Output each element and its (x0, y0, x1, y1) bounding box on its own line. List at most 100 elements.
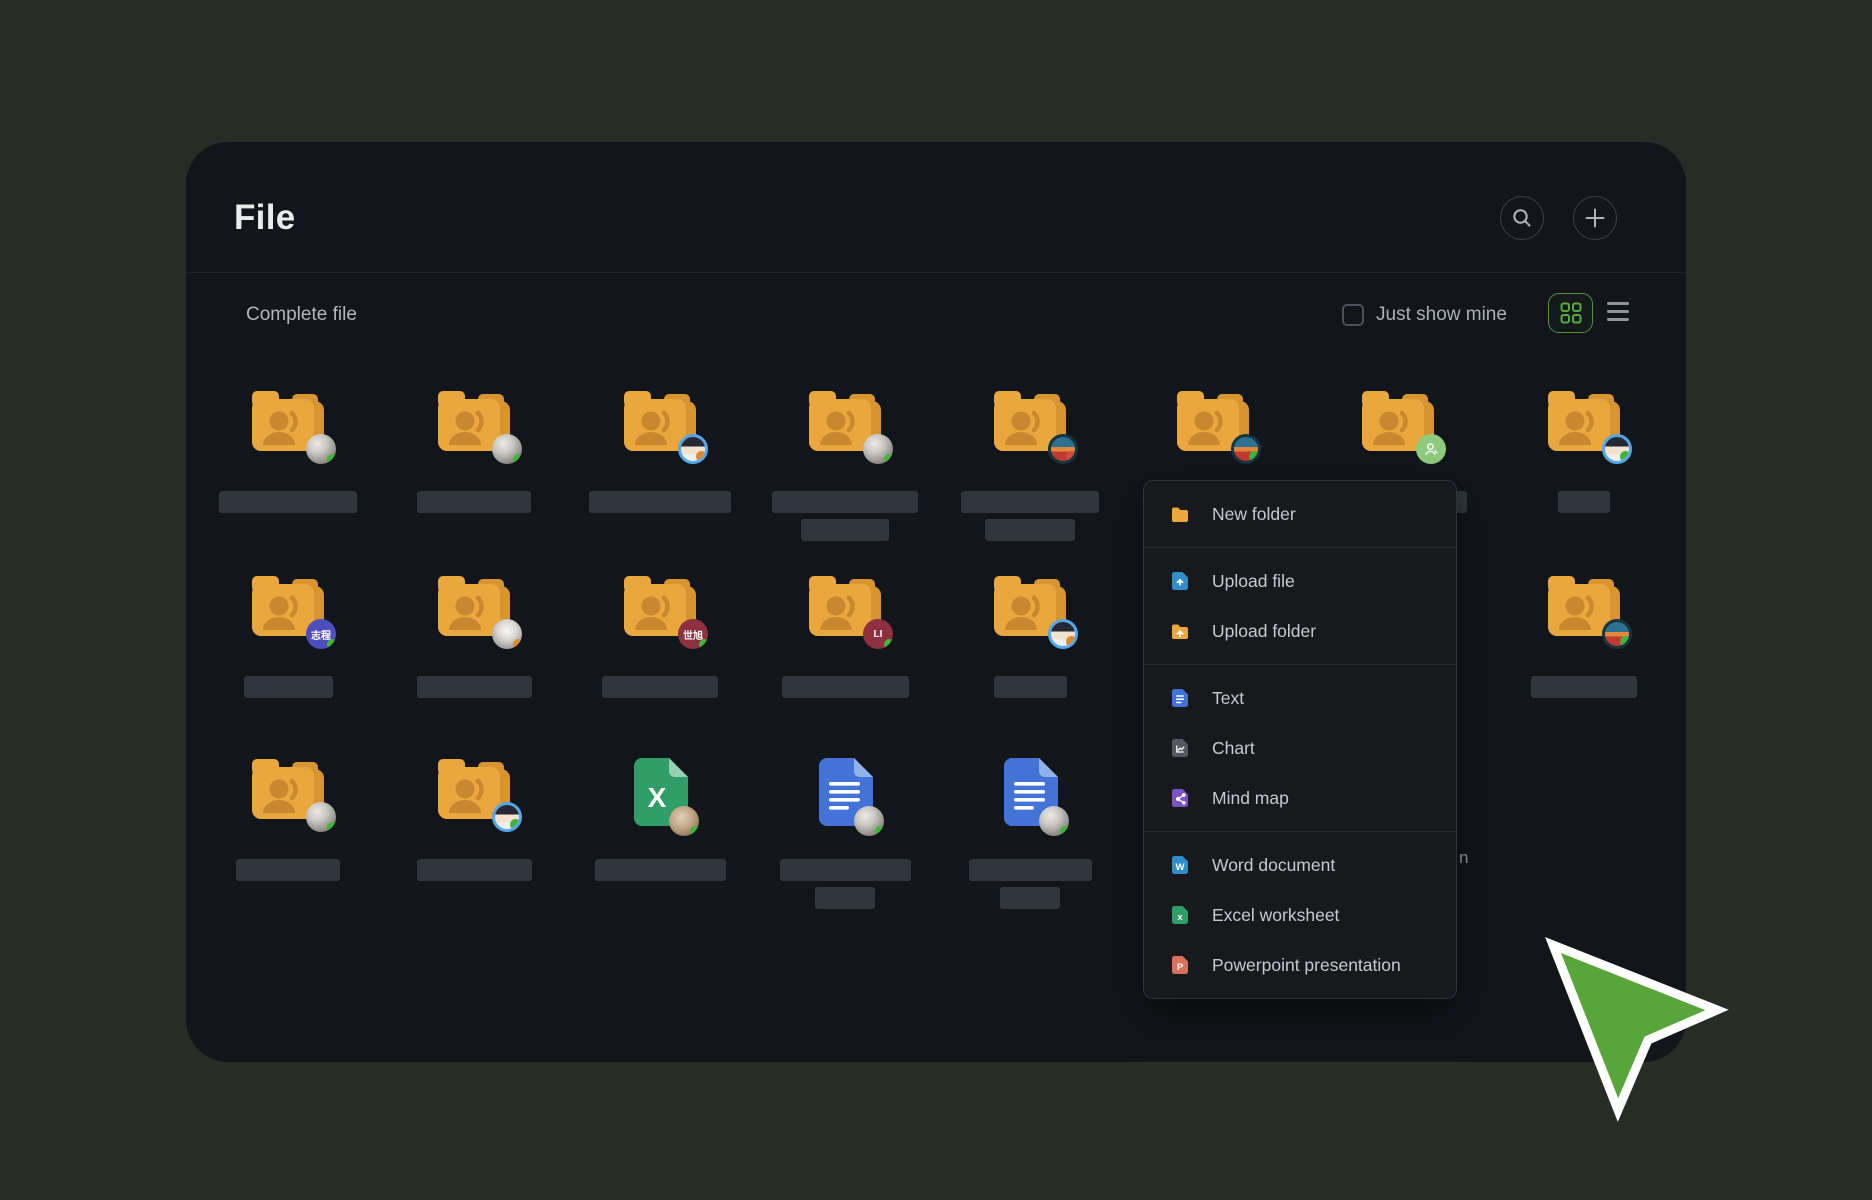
menu-item-powerpoint-presentation[interactable]: P Powerpoint presentation (1144, 940, 1456, 990)
svg-text:P: P (1177, 962, 1184, 973)
status-dot (327, 454, 336, 464)
avatar-badge (492, 619, 522, 649)
avatar-badge (1039, 806, 1069, 836)
chart-file-icon (1170, 738, 1190, 758)
menu-item-upload-folder[interactable]: Upload folder (1144, 606, 1456, 656)
folder-icon (992, 574, 1068, 640)
status-dot (327, 639, 336, 649)
menu-item-text[interactable]: Text (1144, 673, 1456, 723)
filename-placeholder (752, 859, 938, 909)
file-item-folder[interactable] (381, 757, 567, 927)
menu-item-mind-map[interactable]: Mind map (1144, 773, 1456, 823)
folder-icon (436, 574, 512, 640)
file-item-folder[interactable] (381, 574, 567, 744)
avatar-badge (678, 434, 708, 464)
filename-placeholder (195, 491, 381, 513)
filename-placeholder (752, 676, 938, 698)
folder-icon (250, 757, 326, 823)
file-item-folder[interactable] (937, 389, 1123, 559)
filename-placeholder (195, 676, 381, 698)
mindmap-file-icon (1170, 788, 1190, 808)
avatar-badge (1602, 619, 1632, 649)
avatar-badge (1048, 434, 1078, 464)
file-item-folder[interactable] (195, 389, 381, 559)
menu-item-upload-file[interactable]: Upload file (1144, 556, 1456, 606)
folder-icon: LI (807, 574, 883, 640)
status-dot (1066, 451, 1077, 462)
menu-item-label: Upload folder (1212, 621, 1316, 642)
menu-item-new-folder[interactable]: New folder (1144, 489, 1456, 539)
file-item-folder[interactable]: 志程 (195, 574, 381, 744)
avatar-badge (669, 806, 699, 836)
status-dot (699, 639, 708, 649)
status-dot (1620, 451, 1631, 462)
avatar-badge (863, 434, 893, 464)
file-item-folder[interactable] (937, 574, 1123, 744)
file-item-folder[interactable] (567, 389, 753, 559)
filename-placeholder (1491, 491, 1677, 513)
file-grid: 志程 世旭 LI (186, 142, 1686, 1062)
file-item-folder[interactable] (1491, 574, 1677, 744)
upload-file-icon (1170, 571, 1190, 591)
avatar-badge (1048, 619, 1078, 649)
folder-icon (807, 389, 883, 455)
status-dot (1620, 636, 1631, 647)
excel-file-icon: x (1170, 905, 1190, 925)
page-background: { "app": { "title": "File" }, "toolbar":… (0, 0, 1872, 1200)
doc-icon (817, 757, 874, 827)
menu-item-chart[interactable]: Chart (1144, 723, 1456, 773)
status-dot (1249, 451, 1260, 462)
status-dot (696, 451, 707, 462)
filename-placeholder (752, 491, 938, 541)
file-item-doc[interactable] (752, 757, 938, 927)
filename-placeholder (195, 859, 381, 881)
file-item-folder[interactable] (752, 389, 938, 559)
file-item-doc[interactable] (937, 757, 1123, 927)
menu-item-label: Word document (1212, 855, 1335, 876)
avatar-badge (306, 434, 336, 464)
avatar-badge (1602, 434, 1632, 464)
file-item-folder[interactable] (1491, 389, 1677, 559)
menu-item-label: Upload file (1212, 571, 1295, 592)
excel-icon: X (632, 757, 689, 827)
menu-item-label: Powerpoint presentation (1212, 955, 1401, 976)
hidden-label-fragment: n (1459, 848, 1468, 868)
file-item-folder[interactable] (195, 757, 381, 927)
menu-item-word-document[interactable]: W Word document (1144, 840, 1456, 890)
status-dot (884, 639, 893, 649)
status-dot (1066, 636, 1077, 647)
create-context-menu: New folder Upload file Upload folder Tex… (1143, 480, 1457, 999)
folder-icon (1546, 389, 1622, 455)
menu-item-excel-worksheet[interactable]: xExcel worksheet (1144, 890, 1456, 940)
status-dot (884, 454, 893, 464)
avatar-badge (306, 802, 336, 832)
filename-placeholder (567, 491, 753, 513)
filename-placeholder (937, 491, 1123, 541)
word-file-icon: W (1170, 855, 1190, 875)
file-item-folder[interactable] (381, 389, 567, 559)
avatar-badge (1416, 434, 1446, 464)
filename-placeholder (937, 859, 1123, 909)
svg-text:x: x (1177, 912, 1183, 923)
menu-divider (1144, 664, 1456, 665)
menu-item-label: New folder (1212, 504, 1296, 525)
status-dot (510, 819, 521, 830)
filename-placeholder (937, 676, 1123, 698)
ppt-file-icon: P (1170, 955, 1190, 975)
filename-placeholder (381, 676, 567, 698)
status-dot (690, 826, 699, 836)
doc-icon (1002, 757, 1059, 827)
menu-divider (1144, 547, 1456, 548)
file-item-excel[interactable]: X (567, 757, 753, 927)
folder-icon (436, 389, 512, 455)
menu-item-label: Text (1212, 688, 1244, 709)
file-item-folder[interactable]: 世旭 (567, 574, 753, 744)
folder-icon (250, 389, 326, 455)
text-file-icon (1170, 688, 1190, 708)
file-item-folder[interactable]: LI (752, 574, 938, 744)
avatar-badge (1231, 434, 1261, 464)
avatar-badge: LI (863, 619, 893, 649)
folder-icon (436, 757, 512, 823)
avatar-badge: 世旭 (678, 619, 708, 649)
filename-placeholder (567, 676, 753, 698)
